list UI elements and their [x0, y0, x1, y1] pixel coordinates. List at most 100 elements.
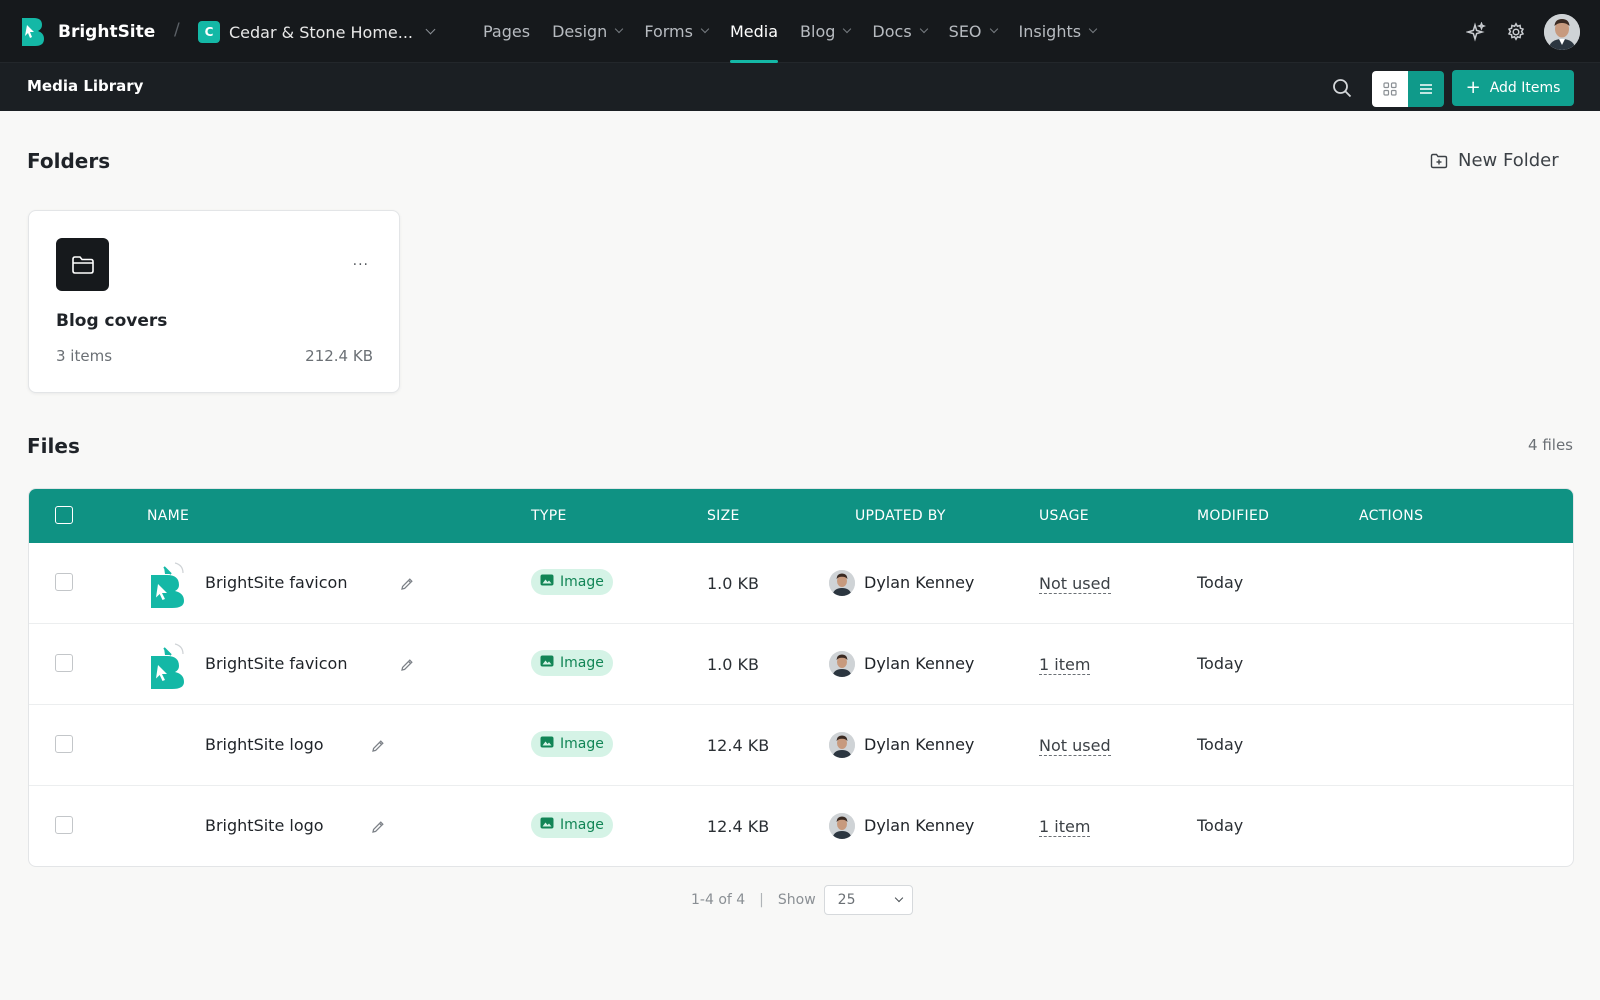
page-size-value: 25: [837, 892, 856, 908]
new-folder-label: New Folder: [1458, 150, 1559, 171]
nav-item-insights[interactable]: Insights: [1018, 0, 1098, 63]
nav-item-design[interactable]: Design: [552, 0, 624, 63]
table-row[interactable]: BrightSite logo Image 12.4 KB Dylan Kenney N…: [29, 705, 1573, 786]
settings-button[interactable]: [1498, 14, 1534, 50]
usage-link[interactable]: Not used: [1039, 575, 1111, 594]
nav-item-blog[interactable]: Blog: [800, 0, 852, 63]
add-items-label: Add Items: [1489, 80, 1561, 96]
usage-link[interactable]: Not used: [1039, 737, 1111, 756]
view-mode-toggle: [1372, 71, 1444, 107]
nav-item-label: Media: [729, 22, 779, 41]
column-header-usage[interactable]: USAGE: [1039, 508, 1089, 524]
chevron-down-icon: [919, 24, 928, 34]
select-all-checkbox[interactable]: [55, 506, 73, 524]
nav-item-label: SEO: [948, 22, 982, 41]
updated-by-name: Dylan Kenney: [864, 654, 975, 673]
breadcrumb-separator: /: [174, 20, 180, 40]
chevron-down-icon: [425, 24, 436, 35]
file-size: 12.4 KB: [707, 736, 770, 755]
chevron-down-icon: [1088, 24, 1098, 34]
add-items-button[interactable]: + Add Items: [1452, 70, 1574, 106]
row-checkbox[interactable]: [55, 735, 73, 753]
image-icon: [540, 736, 560, 752]
nav-item-pages[interactable]: Pages: [483, 0, 530, 63]
file-size: 12.4 KB: [707, 817, 770, 836]
modified-date: Today: [1197, 654, 1244, 673]
avatar: [829, 570, 855, 596]
row-checkbox[interactable]: [55, 816, 73, 834]
file-thumbnail[interactable]: [147, 642, 187, 690]
table-row[interactable]: BrightSite logo Image 12.4 KB Dylan Kenney 1…: [29, 786, 1573, 866]
plus-icon: +: [1465, 77, 1481, 98]
edit-name-icon[interactable]: [371, 738, 385, 752]
nav-item-media[interactable]: Media: [729, 0, 779, 63]
edit-name-icon[interactable]: [371, 819, 385, 833]
pagination-range: 1-4 of 4: [691, 892, 746, 908]
nav-item-label: Insights: [1018, 22, 1082, 41]
table-row[interactable]: BrightSite favicon Image 1.0 KB Dylan Kenne…: [29, 543, 1573, 624]
list-view-button[interactable]: [1408, 71, 1444, 107]
type-badge: Image: [531, 812, 613, 838]
image-icon: [540, 655, 560, 671]
column-header-actions: ACTIONS: [1359, 508, 1424, 524]
nav-item-label: Design: [552, 22, 608, 41]
table-row[interactable]: BrightSite favicon Image 1.0 KB Dylan Kenne…: [29, 624, 1573, 705]
updated-by-name: Dylan Kenney: [864, 735, 975, 754]
file-name[interactable]: BrightSite logo: [205, 816, 324, 835]
column-header-name[interactable]: NAME: [147, 508, 189, 524]
grid-view-button[interactable]: [1372, 71, 1408, 107]
file-name[interactable]: BrightSite logo: [205, 735, 324, 754]
page-header: Media Library: [0, 63, 1600, 111]
column-header-updated-by[interactable]: UPDATED BY: [855, 508, 946, 524]
folder-icon: [56, 238, 109, 291]
nav-item-docs[interactable]: Docs: [872, 0, 928, 63]
row-checkbox[interactable]: [55, 654, 73, 672]
file-name[interactable]: BrightSite favicon: [205, 654, 347, 673]
new-folder-button[interactable]: New Folder: [1430, 150, 1559, 171]
folder-card[interactable]: ... Blog covers 3 items 212.4 KB: [28, 210, 400, 393]
pagination-separator: |: [759, 892, 764, 908]
chevron-down-icon: [615, 24, 624, 34]
file-name[interactable]: BrightSite favicon: [205, 573, 347, 592]
type-label: Image: [560, 817, 604, 833]
user-photo-icon: [1544, 14, 1580, 50]
page-size-select[interactable]: 25: [823, 885, 913, 915]
nav-item-label: Docs: [872, 22, 912, 41]
brand-name: BrightSite: [58, 22, 156, 42]
sparkle-icon: [1466, 22, 1486, 42]
updated-by-name: Dylan Kenney: [864, 816, 975, 835]
folder-size: 212.4 KB: [305, 347, 373, 365]
nav-item-forms[interactable]: Forms: [644, 0, 710, 63]
modified-date: Today: [1197, 735, 1244, 754]
row-checkbox[interactable]: [55, 573, 73, 591]
pagination: 1-4 of 4 | Show 25: [691, 885, 913, 915]
files-table: NAME TYPE SIZE UPDATED BY USAGE MODIFIED…: [28, 488, 1574, 867]
avatar: [829, 732, 855, 758]
site-initial-badge: C: [198, 21, 220, 43]
brand[interactable]: BrightSite: [20, 16, 155, 48]
folder-name: Blog covers: [56, 311, 168, 331]
file-size: 1.0 KB: [707, 655, 759, 674]
site-switcher[interactable]: C Cedar & Stone Home...: [198, 21, 436, 43]
main-nav: Pages Design Forms Media Blog Docs SEO Insights: [483, 0, 1118, 63]
ai-assistant-button[interactable]: [1458, 14, 1494, 50]
column-header-size[interactable]: SIZE: [707, 508, 740, 524]
usage-link[interactable]: 1 item: [1039, 656, 1091, 675]
page-title: Media Library: [27, 77, 144, 95]
column-header-type[interactable]: TYPE: [531, 508, 567, 524]
folder-item-count: 3 items: [56, 347, 113, 365]
edit-name-icon[interactable]: [400, 657, 414, 671]
nav-item-seo[interactable]: SEO: [948, 0, 998, 63]
file-thumbnail[interactable]: [147, 561, 187, 609]
brightsite-logo-icon: [22, 18, 44, 46]
user-avatar[interactable]: [1544, 14, 1580, 50]
usage-link[interactable]: 1 item: [1039, 818, 1091, 837]
nav-item-label: Pages: [483, 22, 531, 41]
type-badge: Image: [531, 650, 613, 676]
folder-more-button[interactable]: ...: [353, 253, 369, 269]
edit-name-icon[interactable]: [400, 576, 414, 590]
files-heading: Files: [27, 434, 80, 458]
column-header-modified[interactable]: MODIFIED: [1197, 508, 1269, 524]
show-label: Show: [777, 892, 816, 908]
search-icon[interactable]: [1331, 77, 1353, 99]
